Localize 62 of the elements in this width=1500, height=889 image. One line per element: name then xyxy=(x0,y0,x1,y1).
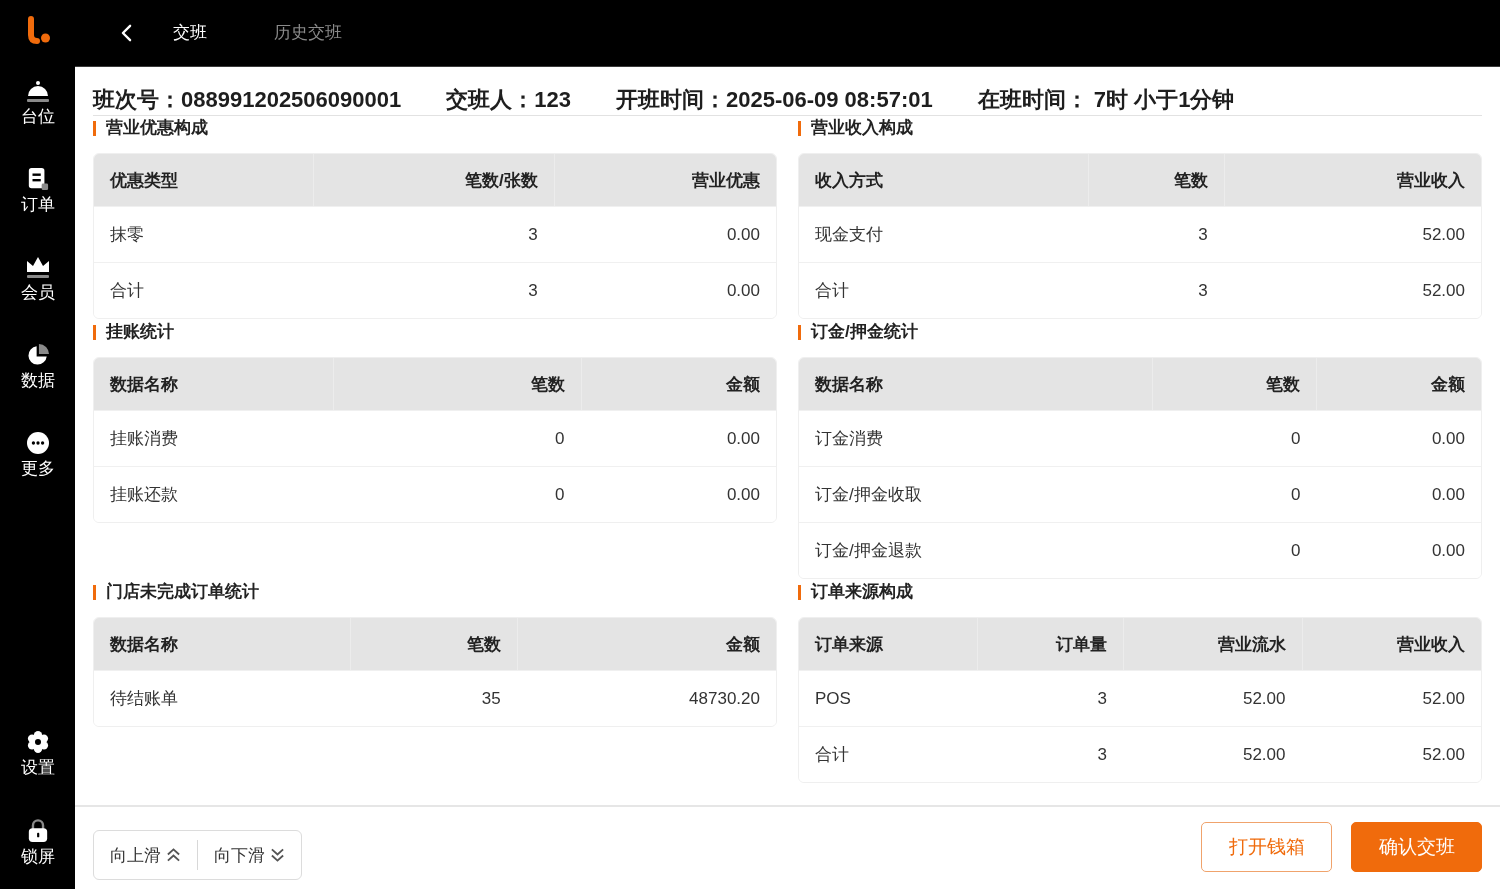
table-cell: 52.00 xyxy=(1223,262,1481,318)
table-cell: 合计 xyxy=(799,726,978,782)
section-title: 营业收入构成 xyxy=(798,117,913,139)
sidebar-item[interactable]: 锁屏 xyxy=(0,799,75,887)
table-cell: 合计 xyxy=(799,262,1089,318)
column-header: 笔数 xyxy=(1088,154,1224,206)
column-header: 营业优惠 xyxy=(553,154,776,206)
column-header: 笔数/张数 xyxy=(313,154,554,206)
table-cell: 订金/押金退款 xyxy=(799,522,1152,578)
column-header: 数据名称 xyxy=(799,358,1152,410)
shift-info: 交班人：123 xyxy=(446,86,571,114)
pie-chart-icon xyxy=(26,343,49,366)
table-cell: 52.00 xyxy=(1301,726,1481,782)
document-icon xyxy=(26,167,49,190)
table-cell: 0.00 xyxy=(580,466,776,522)
section-title: 挂账统计 xyxy=(93,321,174,343)
section-title: 营业优惠构成 xyxy=(93,117,208,139)
table-cell: 0.00 xyxy=(1316,522,1481,578)
column-header: 笔数 xyxy=(1151,358,1317,410)
table-cell: 待结账单 xyxy=(94,670,351,726)
header-tab[interactable]: 交班 xyxy=(153,18,227,48)
double-chevron-down-icon xyxy=(270,848,285,862)
settings-icon xyxy=(26,730,49,753)
column-header: 金额 xyxy=(580,358,776,410)
sidebar-item[interactable]: 更多 xyxy=(0,412,75,500)
column-header: 营业收入 xyxy=(1223,154,1481,206)
column-header: 收入方式 xyxy=(799,154,1089,206)
double-chevron-up-icon xyxy=(166,848,181,862)
section-title: 订单来源构成 xyxy=(798,581,913,603)
column-header: 金额 xyxy=(516,618,776,670)
crown-icon xyxy=(25,255,50,278)
table-cell: 合计 xyxy=(94,262,314,318)
shift-info: 班次号：088991202506090001 xyxy=(93,86,402,114)
column-header: 数据名称 xyxy=(94,618,351,670)
column-header: 营业收入 xyxy=(1301,618,1481,670)
header-tab[interactable]: 历史交班 xyxy=(254,18,362,48)
sidebar-item[interactable]: 设置 xyxy=(0,711,75,799)
column-header: 金额 xyxy=(1316,358,1481,410)
back-icon[interactable] xyxy=(121,24,132,42)
lock-icon xyxy=(26,817,49,842)
column-header: 订单量 xyxy=(977,618,1124,670)
column-header: 笔数 xyxy=(350,618,517,670)
column-header: 优惠类型 xyxy=(94,154,314,206)
column-header: 数据名称 xyxy=(94,358,334,410)
table-cell: 0.00 xyxy=(553,262,776,318)
column-header: 营业流水 xyxy=(1123,618,1302,670)
section-title: 门店未完成订单统计 xyxy=(93,581,259,603)
sidebar-item[interactable]: 会员 xyxy=(0,236,75,324)
sidebar-item[interactable]: 订单 xyxy=(0,148,75,236)
table-cell: 48730.20 xyxy=(516,670,776,726)
column-header: 订单来源 xyxy=(799,618,978,670)
table-cell: 挂账还款 xyxy=(94,466,334,522)
scroll-up-button[interactable]: 向上滑 xyxy=(102,840,189,870)
sidebar-item[interactable]: 数据 xyxy=(0,324,75,412)
ellipsis-icon xyxy=(26,431,49,454)
cloche-icon xyxy=(25,79,50,102)
scroll-down-button[interactable]: 向下滑 xyxy=(197,840,293,870)
sidebar-item[interactable]: 台位 xyxy=(0,60,75,148)
column-header: 笔数 xyxy=(333,358,581,410)
section-title: 订金/押金统计 xyxy=(798,321,918,343)
shift-info: 在班时间： 7时 小于1分钟 xyxy=(977,86,1235,114)
shift-info: 开班时间：2025-06-09 08:57:01 xyxy=(615,86,933,114)
